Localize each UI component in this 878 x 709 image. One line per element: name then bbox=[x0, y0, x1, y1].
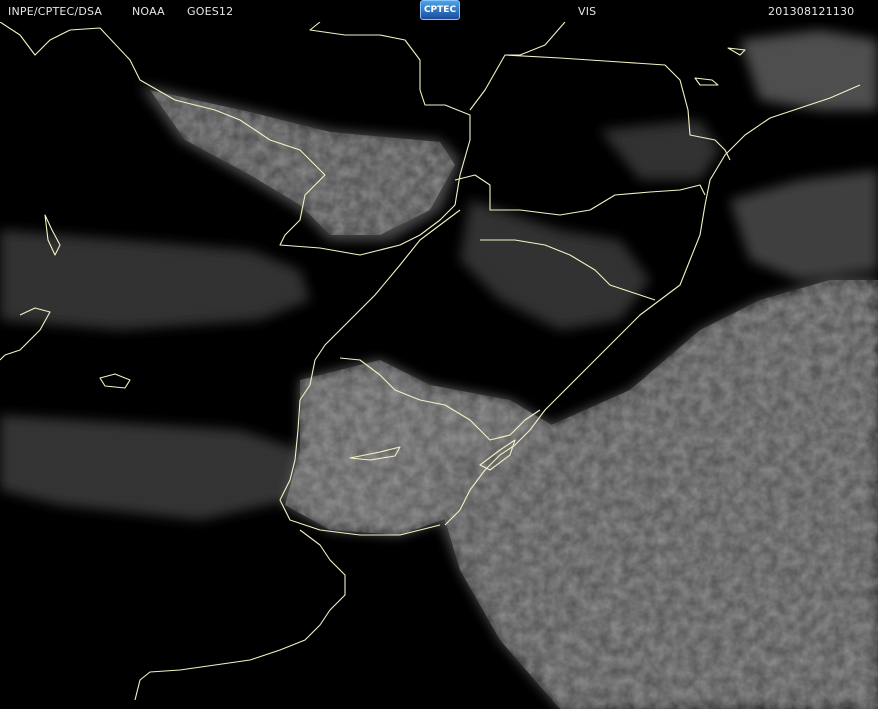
logo-text: CPTEC bbox=[423, 5, 457, 15]
cptec-logo: CPTEC bbox=[420, 0, 460, 20]
satellite-label: GOES12 bbox=[187, 5, 234, 18]
satellite-image-viewer: INPE/CPTEC/DSA NOAA GOES12 CPTEC VIS 201… bbox=[0, 0, 878, 709]
channel-label: VIS bbox=[578, 5, 597, 18]
source-label: NOAA bbox=[132, 5, 165, 18]
timestamp-label: 201308121130 bbox=[768, 5, 855, 18]
image-header: INPE/CPTEC/DSA NOAA GOES12 CPTEC VIS 201… bbox=[0, 0, 878, 22]
agency-label: INPE/CPTEC/DSA bbox=[8, 5, 103, 18]
satellite-map bbox=[0, 0, 878, 709]
